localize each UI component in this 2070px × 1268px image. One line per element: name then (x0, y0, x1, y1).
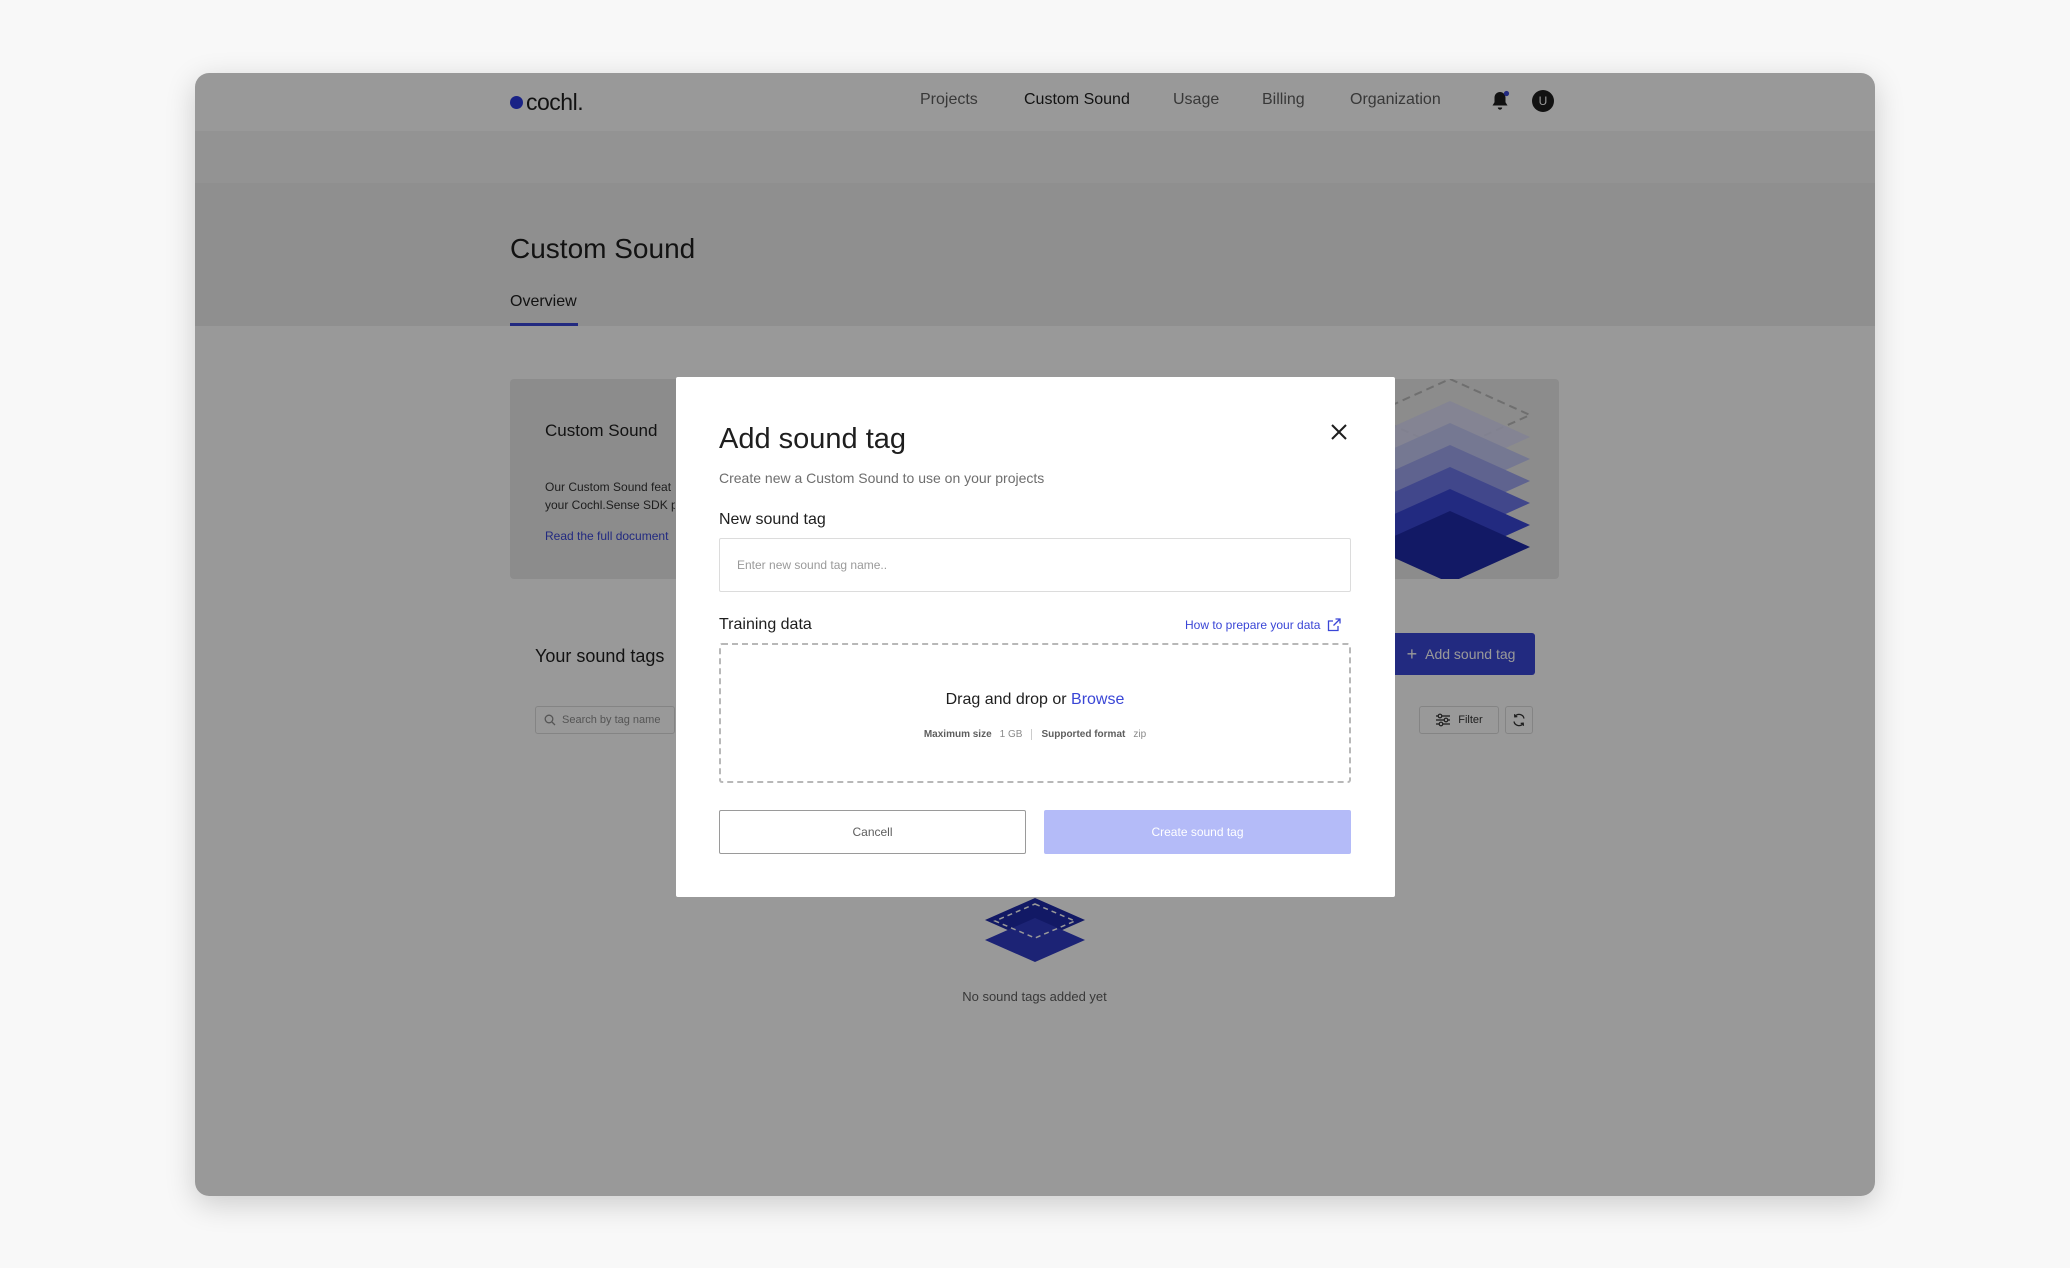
drag-drop-label: Drag and drop or (945, 691, 1072, 708)
app-window: cochl. Projects Custom Sound Usage Billi… (195, 73, 1875, 1196)
dropzone-text: Drag and drop or Browse (721, 691, 1349, 709)
browse-link[interactable]: Browse (1071, 691, 1124, 708)
format-value: zip (1133, 729, 1147, 740)
close-icon[interactable] (1328, 421, 1350, 443)
external-link-icon (1328, 618, 1342, 632)
sound-tag-name-input[interactable] (719, 538, 1351, 592)
max-size-value: 1 GB (999, 729, 1023, 740)
add-sound-tag-modal: Add sound tag Create new a Custom Sound … (676, 377, 1395, 897)
format-label: Supported format (1041, 729, 1126, 740)
create-sound-tag-button[interactable]: Create sound tag (1044, 810, 1351, 854)
modal-title: Add sound tag (719, 423, 907, 455)
meta-divider (1031, 729, 1033, 740)
prepare-link-label: How to prepare your data (1185, 618, 1321, 632)
modal-subtitle: Create new a Custom Sound to use on your… (719, 470, 1045, 486)
dropzone-meta: Maximum size 1 GB Supported format zip (721, 729, 1349, 740)
new-sound-tag-label: New sound tag (719, 511, 826, 528)
training-data-label: Training data (719, 616, 812, 633)
max-size-label: Maximum size (923, 729, 992, 740)
cancel-button[interactable]: Cancell (719, 810, 1026, 854)
file-dropzone[interactable]: Drag and drop or Browse Maximum size 1 G… (719, 643, 1351, 783)
how-to-prepare-data-link[interactable]: How to prepare your data (1185, 618, 1342, 632)
